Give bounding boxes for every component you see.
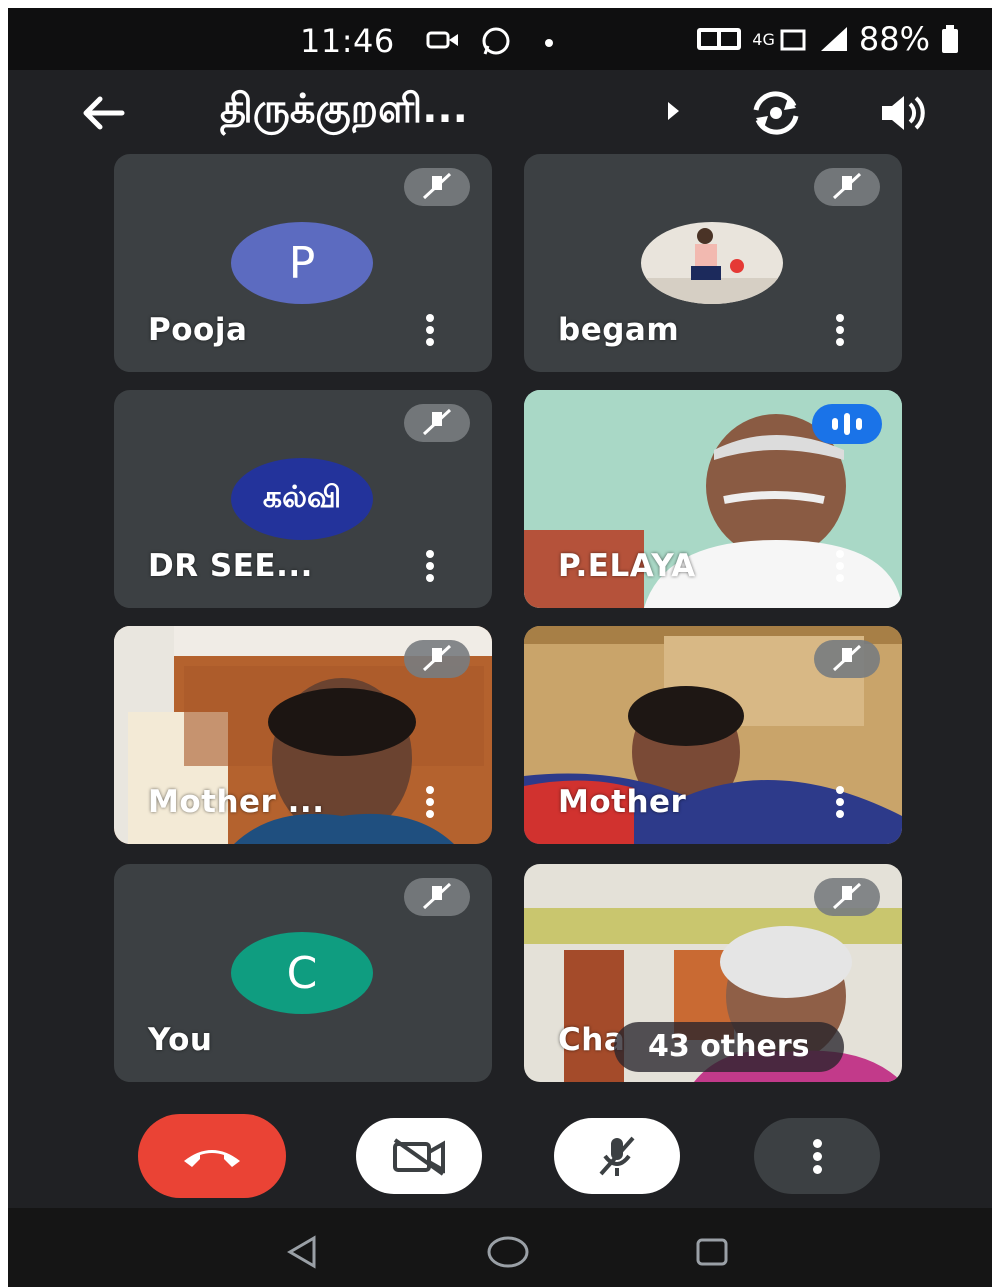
participant-tile-mother-1[interactable]: Mother ...	[114, 626, 492, 844]
more-options-button[interactable]	[754, 1118, 880, 1194]
mic-off-icon	[814, 640, 880, 678]
more-options-icon[interactable]	[424, 550, 436, 582]
mic-off-icon	[404, 878, 470, 916]
more-options-icon[interactable]	[834, 550, 846, 582]
logo-text: கல்வி	[262, 479, 342, 515]
status-time: 11:46	[300, 22, 395, 60]
signal-icon	[820, 27, 847, 51]
data-arrows-icon	[780, 29, 806, 51]
participant-name: Mother	[558, 784, 687, 820]
mic-off-icon	[814, 878, 880, 916]
battery-icon	[942, 25, 958, 53]
camera-switch-icon[interactable]	[748, 88, 804, 138]
participant-name: Mother ...	[148, 784, 325, 820]
participant-name: P.ELAYA	[558, 548, 696, 584]
mic-toggle-button[interactable]	[554, 1118, 680, 1194]
more-icon	[812, 1138, 822, 1174]
status-bar: 11:46 4G 88%	[8, 8, 992, 70]
camera-toggle-button[interactable]	[356, 1118, 482, 1194]
arrow-left-icon[interactable]	[78, 88, 128, 138]
participant-name: begam	[558, 312, 680, 348]
participant-tile-dr-see[interactable]: கல்வி DR SEE...	[114, 390, 492, 608]
battery-percent: 88%	[858, 20, 930, 58]
video-recording-icon	[426, 31, 458, 49]
participant-tile-you[interactable]: C You	[114, 864, 492, 1082]
end-call-button[interactable]	[138, 1114, 286, 1198]
more-options-icon[interactable]	[834, 786, 846, 818]
mic-off-icon	[599, 1136, 635, 1176]
participant-name: You	[148, 1022, 213, 1058]
speaker-icon[interactable]	[878, 90, 928, 136]
mic-off-icon	[814, 168, 880, 206]
end-call-icon	[184, 1150, 240, 1167]
mic-off-icon	[404, 404, 470, 442]
app-bar: திருக்குறளி...	[8, 70, 992, 156]
avatar: C	[231, 932, 373, 1014]
home-nav-icon[interactable]	[486, 1234, 530, 1270]
participant-tile-pooja[interactable]: P Pooja	[114, 154, 492, 372]
more-options-icon[interactable]	[424, 786, 436, 818]
dot-icon	[545, 39, 553, 47]
caret-right-icon[interactable]	[668, 102, 679, 120]
more-options-icon[interactable]	[834, 314, 846, 346]
participant-tile-others[interactable]: Cha 43 others	[524, 864, 902, 1082]
mic-off-icon	[404, 640, 470, 678]
participant-tile-mother-2[interactable]: Mother	[524, 626, 902, 844]
whatsapp-icon	[482, 27, 510, 55]
phone-screen: 11:46 4G 88% திருக்குறளி... P Pooja bega…	[8, 8, 992, 1287]
volte-icon	[697, 28, 742, 50]
participant-tile-p-elaya[interactable]: P.ELAYA	[524, 390, 902, 608]
camera-off-icon	[393, 1138, 445, 1176]
participant-tile-begam[interactable]: begam	[524, 154, 902, 372]
status-right: 4G 88%	[696, 20, 960, 58]
participant-name: DR SEE...	[148, 548, 313, 584]
network-type: 4G	[752, 29, 775, 49]
avatar: P	[231, 222, 373, 304]
speaking-indicator-icon	[812, 404, 882, 444]
profile-photo	[641, 222, 783, 304]
others-count-button[interactable]: 43 others	[614, 1022, 844, 1072]
more-options-icon[interactable]	[424, 314, 436, 346]
recents-nav-icon[interactable]	[694, 1234, 730, 1270]
participant-name: Pooja	[148, 312, 248, 348]
mic-off-icon	[404, 168, 470, 206]
system-nav-bar	[8, 1208, 992, 1287]
channel-logo: கல்வி	[231, 458, 373, 540]
meeting-title[interactable]: திருக்குறளி...	[220, 86, 468, 137]
back-nav-icon[interactable]	[284, 1234, 320, 1270]
